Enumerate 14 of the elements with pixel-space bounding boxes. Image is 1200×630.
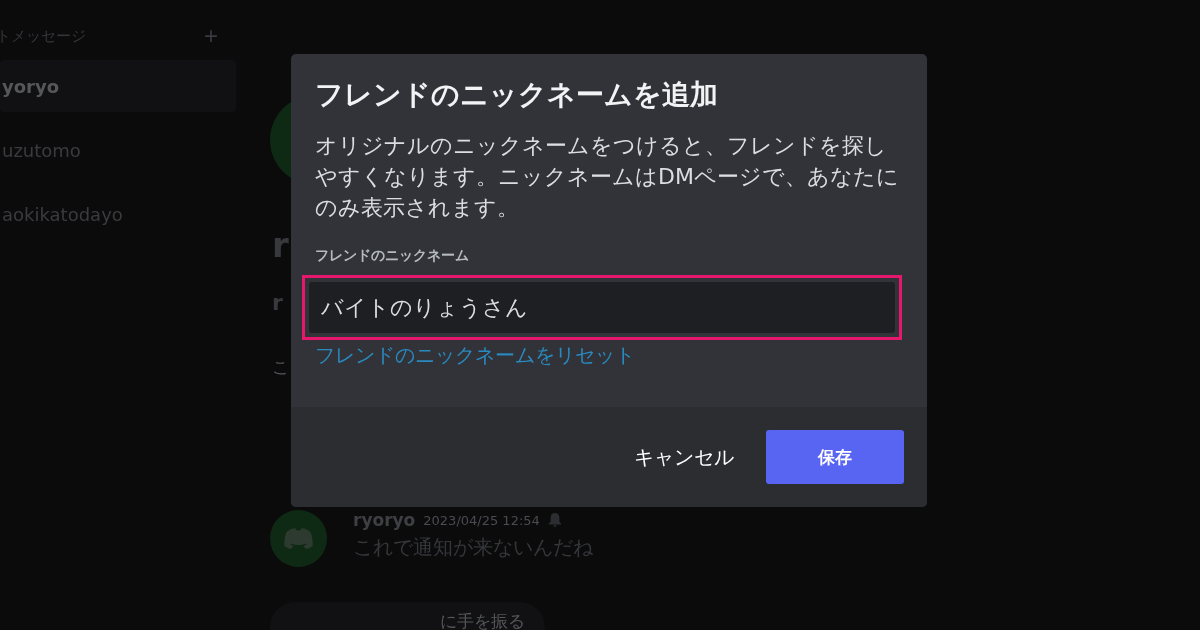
save-button[interactable]: 保存 [766, 430, 904, 484]
cancel-button[interactable]: キャンセル [624, 433, 744, 481]
avatar-icon [270, 510, 327, 567]
add-button[interactable]: + [204, 24, 218, 48]
wave-button[interactable]: に手を振る [270, 602, 545, 630]
bell-off-icon [547, 512, 562, 528]
dialog-description: オリジナルのニックネームをつけると、フレンドを探しやすくなります。ニックネームはDMページで、あなたにのみ表示されます。 [315, 132, 900, 222]
reset-link[interactable]: フレンドのニックネームをリセット [315, 342, 635, 369]
message-timestamp: 2023/04/25 12:54 [423, 512, 540, 528]
nickname-field[interactable]: バイトのりょうさん [309, 282, 895, 333]
profile-text: こ [272, 356, 289, 379]
dm-item[interactable]: yoryo [0, 60, 236, 112]
field-label: フレンドのニックネーム [315, 247, 470, 265]
dialog-title: フレンドのニックネームを追加 [315, 77, 719, 113]
